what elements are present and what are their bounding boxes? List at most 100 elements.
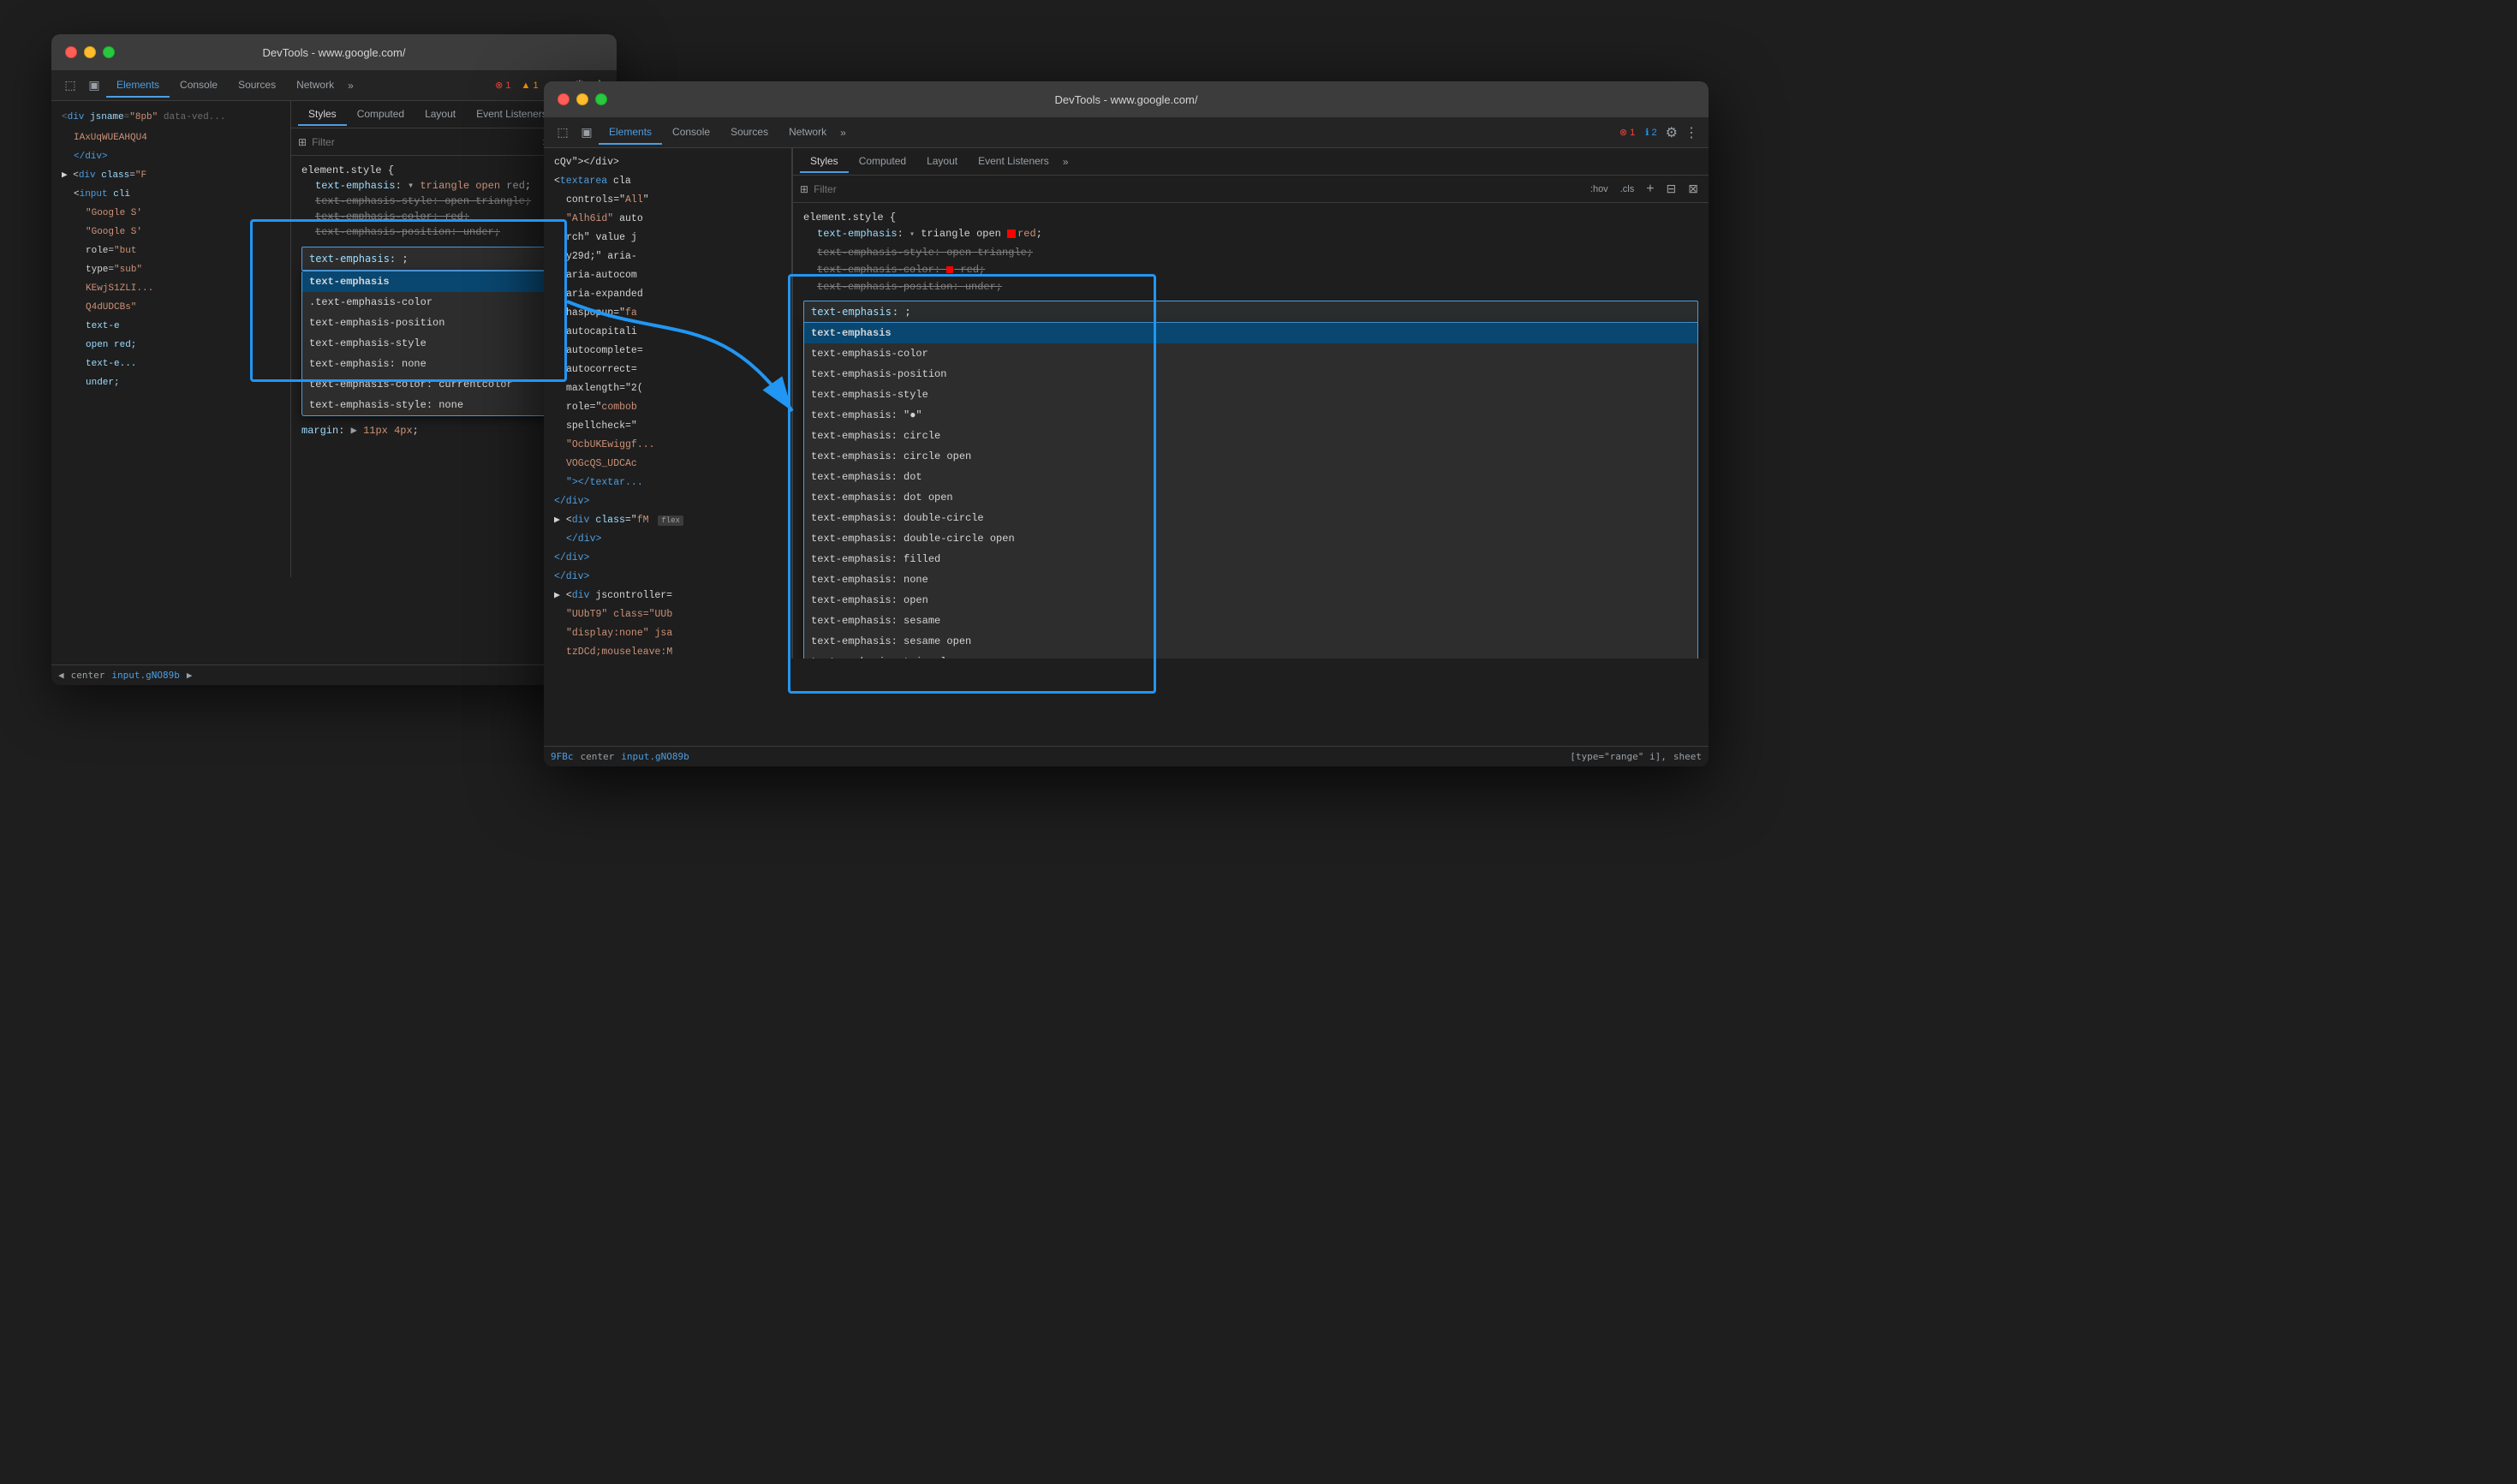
fg-minimize-button[interactable]	[576, 93, 588, 105]
bg-tab-elements[interactable]: Elements	[106, 74, 170, 98]
bg-html-text-e2: open red;	[62, 336, 280, 355]
fg-html-role: role="combob	[554, 398, 781, 417]
fg-crumb-input[interactable]: input.gNO89b	[621, 751, 689, 762]
bg-tab-network[interactable]: Network	[286, 74, 344, 98]
fg-bottom-right-text: [type="range" i],	[1570, 751, 1667, 762]
bg-minimize-button[interactable]	[84, 46, 96, 58]
bg-styles-tab-computed[interactable]: Computed	[347, 104, 415, 126]
bg-crumb-center[interactable]: center	[71, 670, 105, 681]
fg-html-controls: controls="All"	[554, 191, 781, 210]
fg-filter-input[interactable]	[814, 183, 1582, 195]
fg-info-badge: ℹ 2	[1640, 125, 1661, 140]
bg-device-icon[interactable]: ▣	[82, 74, 106, 98]
fg-tab-network[interactable]: Network	[778, 121, 837, 145]
fg-ac-item-15[interactable]: text-emphasis: sesame open	[804, 631, 1697, 652]
fg-filter-icon3[interactable]: ⊠	[1685, 180, 1702, 198]
bg-html-panel: <div jsname="8pb" data-ved... IAxUqWUEAH…	[51, 101, 290, 577]
bg-filter-icon: ⊞	[298, 136, 307, 148]
fg-styles-tab-computed[interactable]: Computed	[849, 151, 916, 173]
bg-main-area: <div jsname="8pb" data-ved... IAxUqWUEAH…	[51, 101, 617, 665]
fg-styles-tab-styles[interactable]: Styles	[800, 151, 849, 173]
fg-autocomplete-container: text-emphasis : ; text-emphasis text-emp…	[803, 301, 1698, 659]
fg-html-displaynone: "display:none" jsa	[554, 624, 781, 643]
bg-error-badge: ⊗ 1	[490, 78, 516, 92]
fg-html-tzdcd: tzDCd;mouseleave:M	[554, 643, 781, 659]
bg-html-kevjs: KEwjS1ZLI...	[62, 279, 280, 298]
fg-html-y29d: y29d;" aria-	[554, 247, 781, 266]
fg-more-tabs[interactable]: »	[837, 122, 850, 144]
fg-ac-item-4[interactable]: text-emphasis: "●"	[804, 405, 1697, 426]
fg-close-button[interactable]	[558, 93, 570, 105]
fg-html-close-div4: </div>	[554, 568, 781, 587]
fg-html-maxlength: maxlength="2(	[554, 379, 781, 398]
fg-styles-panel: Styles Computed Layout Event Listeners »…	[792, 148, 1709, 659]
fg-ac-item-8[interactable]: text-emphasis: dot open	[804, 487, 1697, 508]
fg-filter-icon2[interactable]: ⊟	[1663, 180, 1680, 198]
fg-more-options-icon[interactable]: ⋮	[1681, 121, 1702, 145]
bg-tab-console[interactable]: Console	[170, 74, 228, 98]
fg-styles-tab-event-listeners[interactable]: Event Listeners	[968, 151, 1059, 173]
fg-ac-item-10[interactable]: text-emphasis: double-circle open	[804, 528, 1697, 549]
bg-html-type: type="sub"	[62, 260, 280, 279]
fg-html-div-jscontroller: ▶ <div jscontroller=	[554, 587, 781, 605]
bg-bottom-arrow-left[interactable]: ◀	[58, 670, 64, 681]
bg-html-text-e3: text-e...	[62, 355, 280, 373]
fg-css-te-style: text-emphasis-style: open triangle;	[803, 244, 1698, 261]
fg-devtools-window: DevTools - www.google.com/ ⬚ ▣ Elements …	[544, 81, 1709, 766]
fg-html-spellcheck: spellcheck="	[554, 417, 781, 436]
fg-device-icon[interactable]: ▣	[575, 121, 599, 145]
fg-window-title: DevTools - www.google.com/	[1055, 93, 1198, 106]
fg-html-close-div3: </div>	[554, 549, 781, 568]
fg-crumb-center[interactable]: center	[581, 751, 615, 762]
fg-html-vogcqs: VOGcQS_UDCAc	[554, 455, 781, 474]
fg-css-te-position: text-emphasis-position: under;	[803, 278, 1698, 295]
bg-html-close-div: </div>	[62, 147, 280, 166]
bg-inspect-icon[interactable]: ⬚	[58, 74, 82, 98]
bg-more-tabs[interactable]: »	[344, 74, 357, 97]
bg-html-q4d: Q4dUDCBs"	[62, 298, 280, 317]
fg-html-autocorrect: autocorrect=	[554, 361, 781, 379]
fg-filter-icon: ⊞	[800, 183, 808, 195]
bg-styles-tab-layout[interactable]: Layout	[415, 104, 466, 126]
fg-maximize-button[interactable]	[595, 93, 607, 105]
bg-html-under: under;	[62, 373, 280, 392]
fg-ac-item-16[interactable]: text-emphasis: triangle	[804, 652, 1697, 659]
fg-main-area: cQv"></div> <textarea cla controls="All"…	[544, 148, 1709, 746]
fg-ac-item-1[interactable]: text-emphasis-color	[804, 343, 1697, 364]
fg-tab-sources[interactable]: Sources	[720, 121, 778, 145]
bg-html-input: <input cli	[62, 185, 280, 204]
fg-ac-item-14[interactable]: text-emphasis: sesame	[804, 611, 1697, 631]
fg-ac-item-6[interactable]: text-emphasis: circle open	[804, 446, 1697, 467]
fg-inspect-icon[interactable]: ⬚	[551, 121, 575, 145]
fg-tab-console[interactable]: Console	[662, 121, 720, 145]
fg-html-panel: cQv"></div> <textarea cla controls="All"…	[544, 148, 791, 659]
fg-ac-item-13[interactable]: text-emphasis: open	[804, 590, 1697, 611]
fg-styles-more-tabs[interactable]: »	[1059, 151, 1072, 173]
fg-html-aria-auto: aria-autocom	[554, 266, 781, 285]
fg-ac-item-5[interactable]: text-emphasis: circle	[804, 426, 1697, 446]
bg-devtools-toolbar: ⬚ ▣ Elements Console Sources Network » ⊗…	[51, 70, 617, 101]
fg-ac-item-9[interactable]: text-emphasis: double-circle	[804, 508, 1697, 528]
fg-filter-hov[interactable]: :hov	[1587, 182, 1612, 196]
fg-ac-item-11[interactable]: text-emphasis: filled	[804, 549, 1697, 569]
fg-html-uubt9: "UUbT9" class="UUb	[554, 605, 781, 624]
fg-ac-item-2[interactable]: text-emphasis-position	[804, 364, 1697, 384]
fg-tab-elements[interactable]: Elements	[599, 121, 662, 145]
bg-maximize-button[interactable]	[103, 46, 115, 58]
bg-tab-sources[interactable]: Sources	[228, 74, 286, 98]
fg-ac-item-0[interactable]: text-emphasis	[804, 323, 1697, 343]
fg-ac-item-7[interactable]: text-emphasis: dot	[804, 467, 1697, 487]
fg-html-aria-exp: aria-expanded	[554, 285, 781, 304]
fg-filter-plus[interactable]: +	[1643, 180, 1657, 199]
bg-styles-tab-styles[interactable]: Styles	[298, 104, 347, 126]
fg-ac-item-12[interactable]: text-emphasis: none	[804, 569, 1697, 590]
bg-close-button[interactable]	[65, 46, 77, 58]
bg-html-google-s2: "Google S'	[62, 223, 280, 241]
fg-filter-cls[interactable]: .cls	[1617, 182, 1638, 196]
bg-filter-input[interactable]	[312, 136, 534, 148]
fg-ac-item-3[interactable]: text-emphasis-style	[804, 384, 1697, 405]
fg-styles-tab-layout[interactable]: Layout	[916, 151, 968, 173]
bg-bottom-arrow-right[interactable]: ▶	[187, 670, 193, 681]
fg-settings-icon[interactable]: ⚙	[1662, 121, 1681, 145]
bg-crumb-input[interactable]: input.gNO89b	[111, 670, 179, 681]
